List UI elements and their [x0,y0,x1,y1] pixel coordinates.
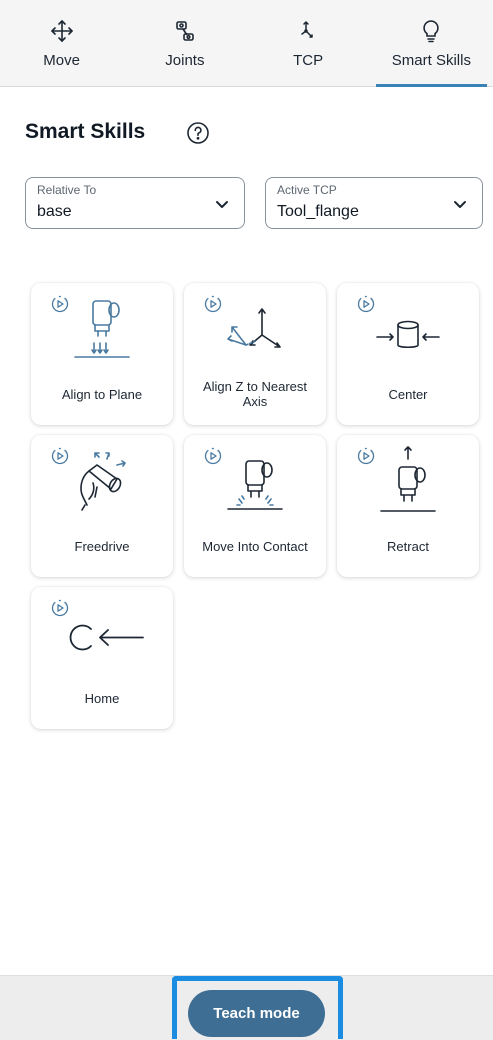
skill-card-move-into-contact[interactable]: Move Into Contact [184,435,326,577]
tab-move[interactable]: Move [0,0,123,86]
skill-label: Align Z to Nearest Axis [202,379,308,409]
skill-label: Home [84,690,120,706]
skill-card-freedrive[interactable]: Freedrive [31,435,173,577]
tab-tcp-label: TCP [293,52,324,69]
active-tcp-label: Active TCP [277,183,337,197]
teach-mode-button[interactable]: Teach mode [188,990,325,1037]
tab-joints[interactable]: Joints [123,0,246,86]
active-tcp-dropdown[interactable]: Active TCP Tool_flange [265,177,483,229]
tcp-axes-icon [296,18,320,44]
play-skill-icon [357,295,375,313]
chevron-down-icon [452,196,468,212]
tab-joints-label: Joints [165,52,205,69]
skill-label: Retract [387,538,429,554]
skill-label: Move Into Contact [202,538,308,554]
play-skill-icon [51,295,69,313]
relative-to-value: base [37,203,72,220]
help-circle-icon[interactable] [186,121,210,145]
active-tcp-value: Tool_flange [277,203,359,220]
relative-to-label: Relative To [37,183,97,197]
page-title: Smart Skills [25,120,146,143]
relative-to-dropdown[interactable]: Relative To base [25,177,245,229]
tab-smart-skills-label: Smart Skills [391,52,471,69]
skill-label: Freedrive [74,538,130,554]
skill-card-home[interactable]: Home [31,587,173,729]
skill-label: Align to Plane [61,386,143,402]
play-skill-icon [204,295,222,313]
play-skill-icon [51,447,69,465]
skill-card-retract[interactable]: Retract [337,435,479,577]
skill-card-align-to-plane[interactable]: Align to Plane [31,283,173,425]
play-skill-icon [357,447,375,465]
tab-move-label: Move [43,52,80,69]
skill-label: Center [388,386,428,402]
top-tab-bar: Move Joints TCP Smart Skills [0,0,493,87]
tab-tcp[interactable]: TCP [247,0,370,86]
skill-card-center[interactable]: Center [337,283,479,425]
tab-smart-skills[interactable]: Smart Skills [370,0,493,87]
play-skill-icon [51,599,69,617]
lightbulb-icon [419,18,443,44]
robot-joint-icon [173,18,197,44]
chevron-down-icon [214,196,230,212]
skill-card-align-z-to-nearest-axis[interactable]: Align Z to Nearest Axis [184,283,326,425]
play-skill-icon [204,447,222,465]
move-arrows-icon [50,18,74,44]
